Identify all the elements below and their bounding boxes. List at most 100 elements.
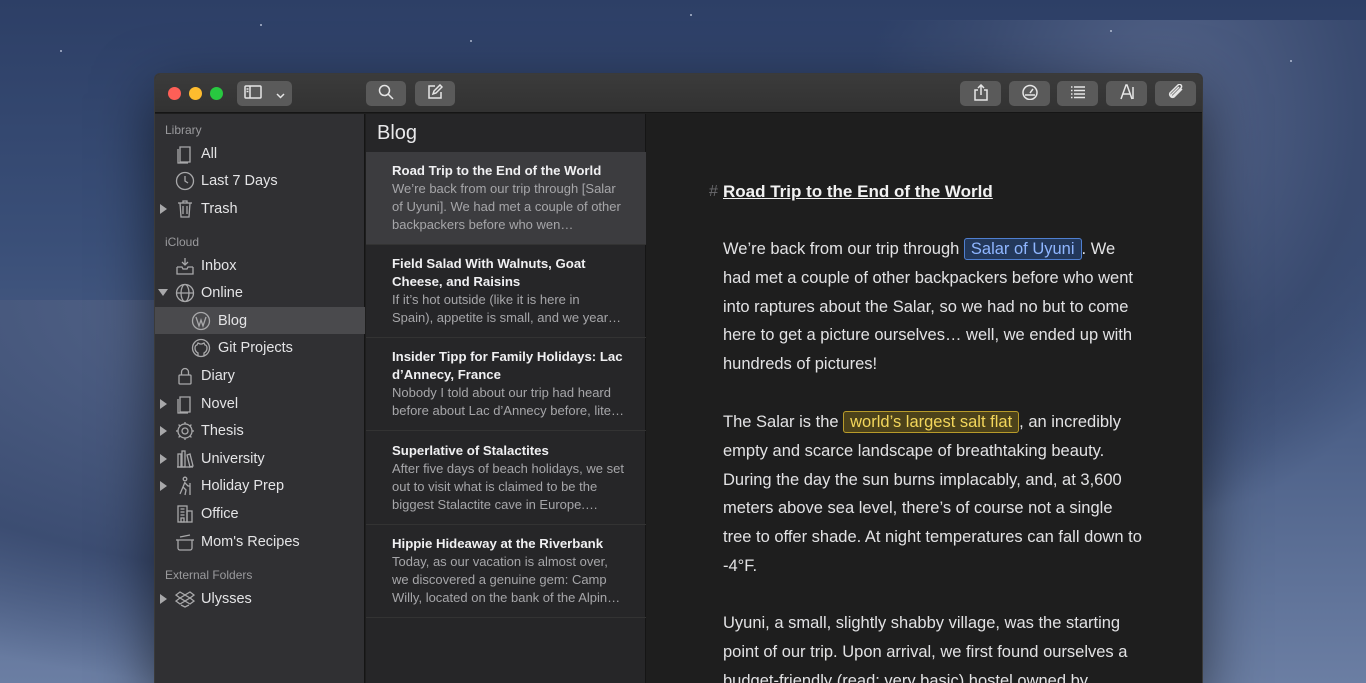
sidebar-item-university[interactable]: University xyxy=(155,445,365,472)
list-icon xyxy=(1070,85,1086,102)
zoom-button[interactable] xyxy=(210,87,223,100)
chevron-down-icon[interactable] xyxy=(276,86,285,102)
star xyxy=(1110,30,1112,32)
sheet-excerpt: Nobody I told about our trip had heard b… xyxy=(392,385,624,418)
star xyxy=(260,24,262,26)
sheet-item[interactable]: Road Trip to the End of the World We’re … xyxy=(366,152,646,245)
sidebar-item-label: All xyxy=(201,145,218,162)
toolbar xyxy=(155,74,1202,113)
sidebar-item-label: Blog xyxy=(218,312,248,329)
typography-icon xyxy=(1119,84,1135,103)
gauge-icon xyxy=(1021,84,1039,103)
star xyxy=(470,40,472,42)
clock-icon xyxy=(175,171,195,191)
building-icon xyxy=(175,504,195,524)
sheet-excerpt: Today, as our vacation is almost over, w… xyxy=(392,554,621,605)
disclosure-triangle[interactable] xyxy=(158,289,168,296)
link[interactable]: Salar of Uyuni xyxy=(963,238,1082,260)
sheet-list: Blog Road Trip to the End of the World W… xyxy=(366,114,646,683)
sheet-item[interactable]: Superlative of Stalactites After five da… xyxy=(366,432,646,525)
sidebar-item-novel[interactable]: Novel xyxy=(155,390,365,417)
section-label-external-folders: External Folders xyxy=(165,568,253,582)
sheet-item[interactable]: Hippie Hideaway at the Riverbank Today, … xyxy=(366,525,646,618)
sidebar-item-online[interactable]: Online xyxy=(155,279,365,306)
gear-icon xyxy=(175,421,195,441)
attachments-button[interactable] xyxy=(1155,81,1196,106)
sheet-title: Insider Tipp for Family Holidays: Lac d’… xyxy=(392,349,623,382)
sidebar-item-label: Diary xyxy=(201,367,235,384)
sidebar-item-label: Ulysses xyxy=(201,590,252,607)
sidebar-item-holiday-prep[interactable]: Holiday Prep xyxy=(155,472,365,499)
sheet-item[interactable]: Field Salad With Walnuts, Goat Cheese, a… xyxy=(366,245,646,338)
sidebar-item-label: Trash xyxy=(201,200,238,217)
minimize-button[interactable] xyxy=(189,87,202,100)
sheet-title: Field Salad With Walnuts, Goat Cheese, a… xyxy=(392,256,586,289)
disclosure-triangle[interactable] xyxy=(160,453,167,464)
text-run: We’re back from our trip through xyxy=(723,240,964,258)
sidebar-item-label: University xyxy=(201,450,265,467)
section-label-library: Library xyxy=(165,123,202,137)
sidebar-item-label: Last 7 Days xyxy=(201,172,278,189)
disclosure-triangle[interactable] xyxy=(160,593,167,604)
sheet-excerpt: After five days of beach holidays, we se… xyxy=(392,461,624,512)
search-icon xyxy=(378,84,394,103)
paragraph[interactable]: Uyuni, a small, slightly shabby village,… xyxy=(723,609,1143,683)
disclosure-triangle[interactable] xyxy=(160,398,167,409)
sheets-icon xyxy=(175,144,195,164)
sidebar-item-label: Git Projects xyxy=(218,339,293,356)
sidebar-icon xyxy=(244,85,262,102)
sidebar-item-office[interactable]: Office xyxy=(155,500,365,527)
goals-button[interactable] xyxy=(1009,81,1050,106)
sidebar-toggle-button[interactable] xyxy=(237,81,292,106)
sidebar-item-trash[interactable]: Trash xyxy=(155,195,365,222)
sidebar-item-label: Inbox xyxy=(201,257,237,274)
sidebar-item-label: Office xyxy=(201,505,239,522)
share-button[interactable] xyxy=(960,81,1001,106)
sidebar-item-label: Mom's Recipes xyxy=(201,533,300,550)
sidebar-item-label: Holiday Prep xyxy=(201,477,285,494)
library-icon xyxy=(175,449,195,469)
lock-icon xyxy=(175,366,195,386)
close-button[interactable] xyxy=(168,87,181,100)
paragraph[interactable]: We’re back from our trip through Salar o… xyxy=(723,235,1143,379)
sidebar-item-all[interactable]: All xyxy=(155,140,365,167)
sidebar-item-label: Novel xyxy=(201,395,239,412)
sheet-title: Hippie Hideaway at the Riverbank xyxy=(392,536,604,551)
sheet-item[interactable]: Insider Tipp for Family Holidays: Lac d’… xyxy=(366,338,646,431)
sidebar-item-moms-recipes[interactable]: Mom's Recipes xyxy=(155,528,365,555)
sidebar-item-thesis[interactable]: Thesis xyxy=(155,417,365,444)
paperclip-icon xyxy=(1167,83,1185,103)
section-label-icloud: iCloud xyxy=(165,235,200,249)
hiker-icon xyxy=(175,476,195,496)
typography-button[interactable] xyxy=(1106,81,1147,106)
new-sheet-button[interactable] xyxy=(415,81,455,106)
editor[interactable]: # Road Trip to the End of the World We’r… xyxy=(647,114,1202,683)
globe-icon xyxy=(175,283,195,303)
sidebar-item-blog[interactable]: Blog xyxy=(155,307,365,334)
inbox-icon xyxy=(175,256,195,276)
text-run: , an incredibly empty and scarce landsca… xyxy=(723,413,1142,575)
github-icon xyxy=(191,338,211,358)
search-button[interactable] xyxy=(366,81,406,106)
star xyxy=(690,14,692,16)
sidebar-item-diary[interactable]: Diary xyxy=(155,362,365,389)
sidebar-item-git-projects[interactable]: Git Projects xyxy=(155,334,365,361)
sidebar-item-label: Online xyxy=(201,284,243,301)
paragraph[interactable]: The Salar is the world’s largest salt fl… xyxy=(723,408,1143,581)
disclosure-triangle[interactable] xyxy=(160,425,167,436)
sheet-excerpt: If it’s hot outside (like it is here in … xyxy=(392,292,622,325)
trash-icon xyxy=(175,199,195,219)
disclosure-triangle[interactable] xyxy=(160,203,167,214)
sidebar-item-last-7-days[interactable]: Last 7 Days xyxy=(155,167,365,194)
star xyxy=(60,50,62,52)
sidebar-item-label: Thesis xyxy=(201,422,244,439)
share-icon xyxy=(973,83,988,104)
highlight[interactable]: world’s largest salt flat xyxy=(843,411,1020,433)
dropbox-icon xyxy=(174,589,196,609)
outline-button[interactable] xyxy=(1057,81,1098,106)
sheet-heading[interactable]: Road Trip to the End of the World xyxy=(723,182,993,202)
sidebar-item-inbox[interactable]: Inbox xyxy=(155,252,365,279)
sidebar-item-ulysses[interactable]: Ulysses xyxy=(155,585,365,612)
disclosure-triangle[interactable] xyxy=(160,480,167,491)
wordpress-icon xyxy=(191,311,211,331)
